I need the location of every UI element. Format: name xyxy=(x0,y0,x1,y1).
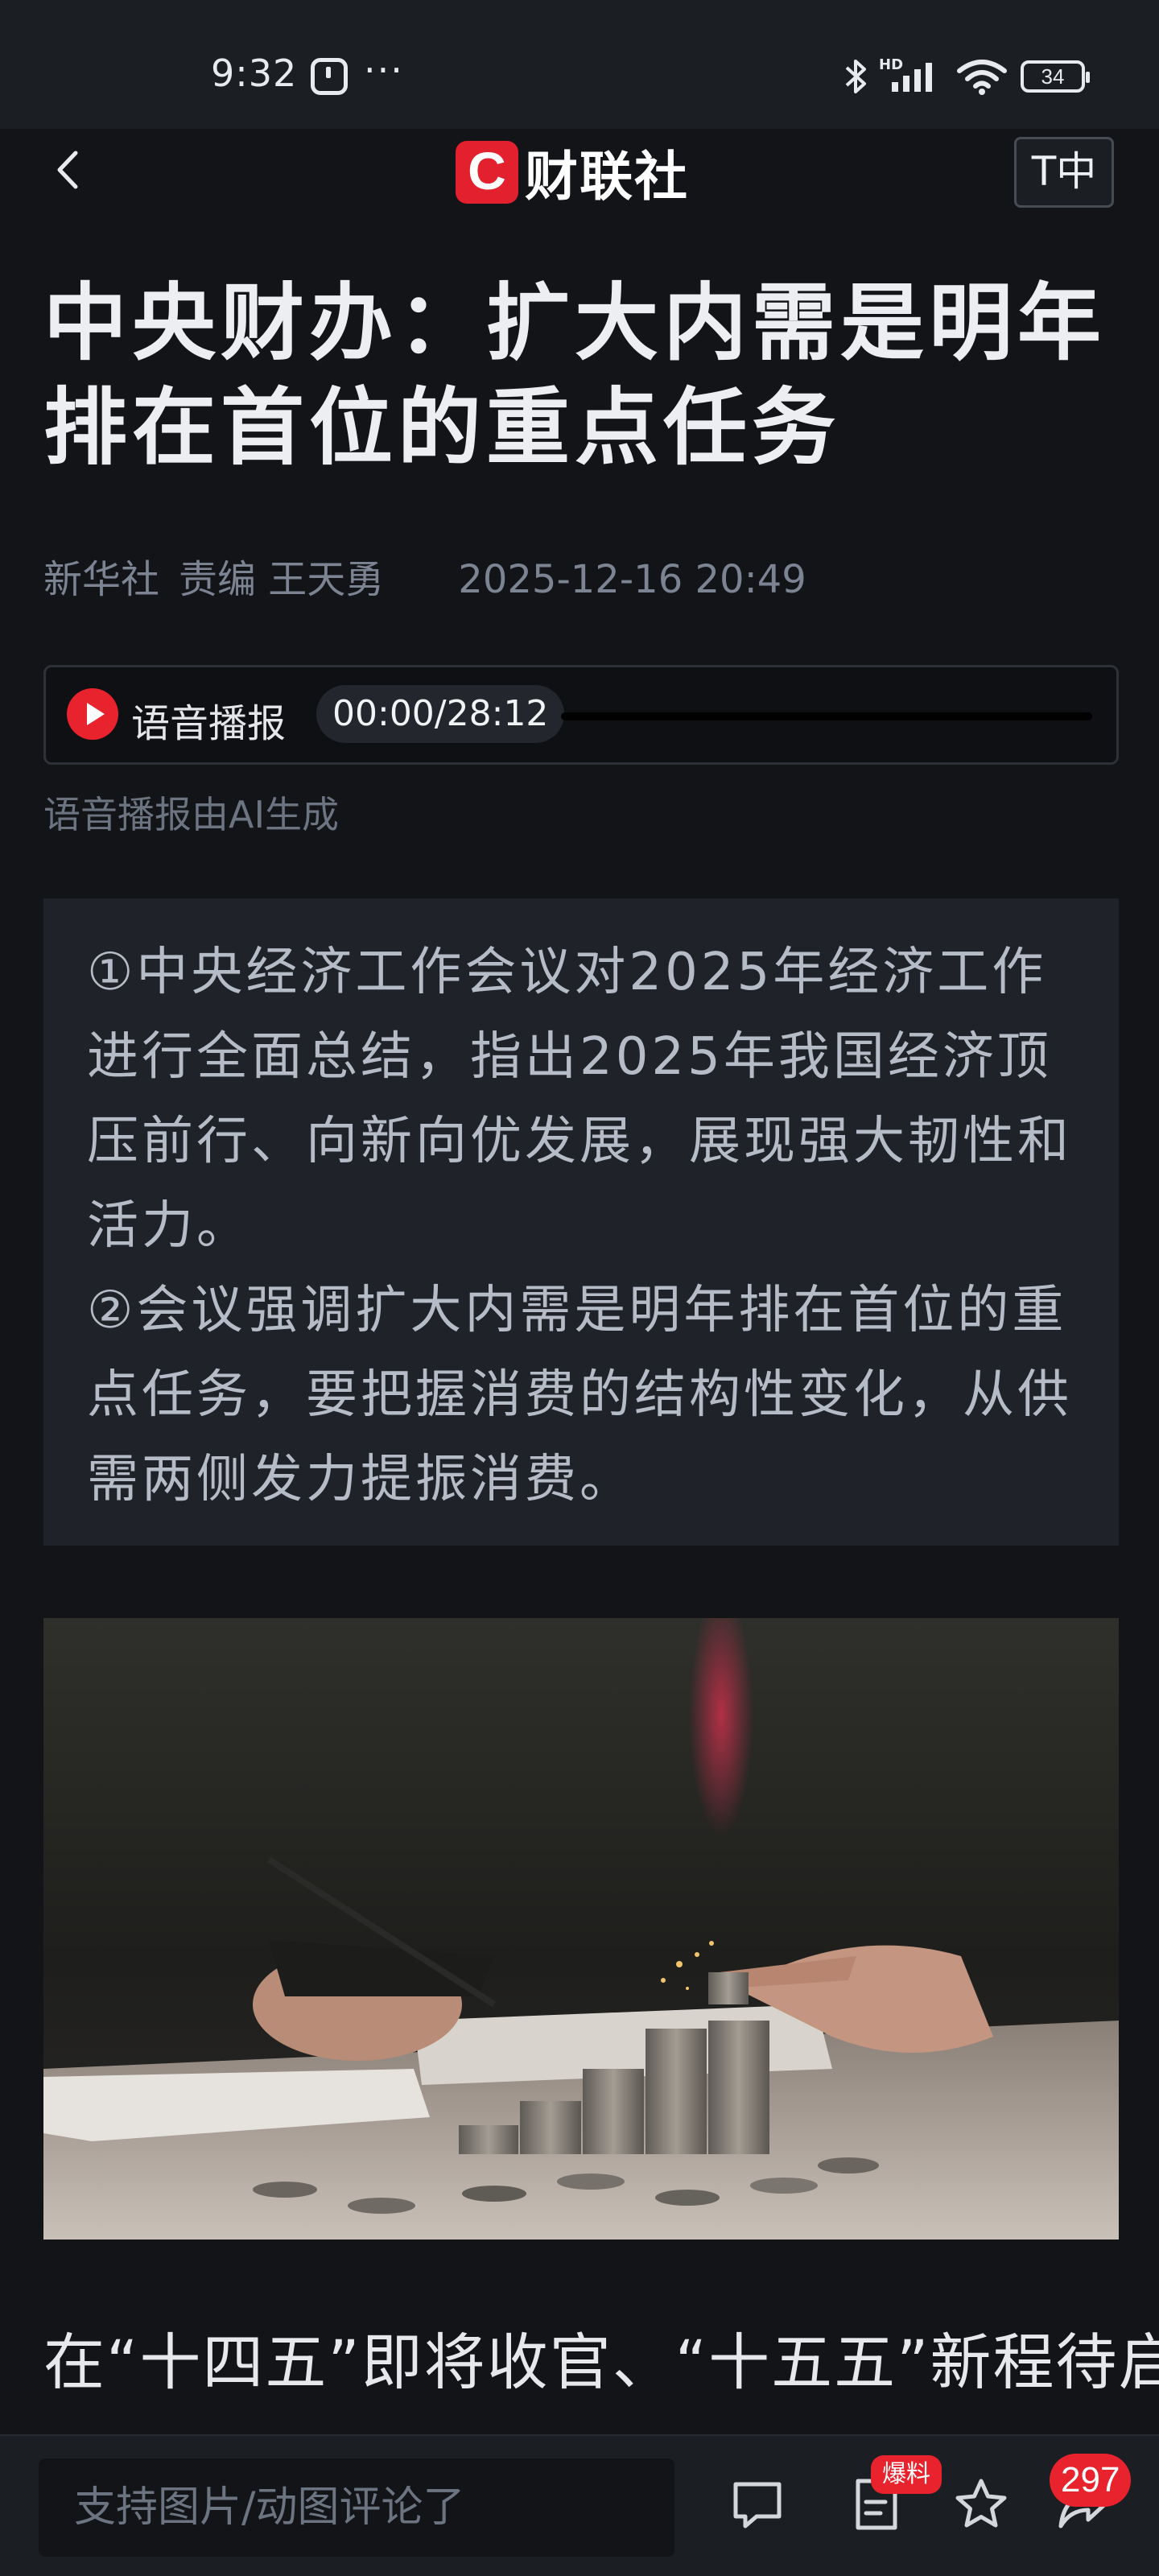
bottom-action-bar: 支持图片/动图评论了 爆料 297 xyxy=(0,2434,1159,2576)
audio-label: 语音播报 xyxy=(131,701,287,746)
article-editor: 责编 王天勇 xyxy=(179,557,385,602)
brand-logo-letter: C xyxy=(468,141,506,200)
share-count-badge: 297 xyxy=(1050,2454,1132,2507)
favorite-icon[interactable] xyxy=(953,2476,1009,2533)
audio-player[interactable]: 语音播报 00:00/28:12 xyxy=(43,665,1119,765)
back-icon[interactable] xyxy=(48,150,89,190)
brand-logo-icon: C xyxy=(456,141,518,204)
status-time: 9:32 xyxy=(211,52,298,95)
article-body: 在“十四五”即将收官、“十五五”新程待启 xyxy=(43,2326,1159,2398)
brand-logo: C 财联社 xyxy=(456,140,689,208)
article-image[interactable] xyxy=(43,1618,1119,2240)
font-size-button[interactable]: T中 xyxy=(1014,137,1114,208)
article-source: 新华社 xyxy=(43,557,160,602)
wifi-icon xyxy=(957,60,1007,95)
audio-time: 00:00/28:12 xyxy=(316,685,565,743)
comment-icon[interactable] xyxy=(729,2476,786,2533)
article-title: 中央财办：扩大内需是明年排在首位的重点任务 xyxy=(43,274,1107,477)
status-indicators: HD 34 xyxy=(842,56,1099,97)
article-date: 2025-12-16 20:49 xyxy=(458,557,806,602)
article-meta: 新华社 责编 王天勇 2025-12-16 20:49 xyxy=(43,547,806,604)
summary-point-1: ①中央经济工作会议对2025年经济工作进行全面总结，指出2025年我国经济顶压前… xyxy=(87,943,1072,1256)
coins-photo-illustration xyxy=(43,1618,1119,2240)
brand-name: 财联社 xyxy=(525,146,689,208)
summary-point-2: ②会议强调扩大内需是明年排在首位的重点任务，要把握消费的结构性变化，从供需两侧发… xyxy=(87,1281,1072,1509)
baoliao-badge: 爆料 xyxy=(871,2455,942,2494)
signal-icon xyxy=(892,63,932,92)
audio-progress-track[interactable] xyxy=(561,712,1092,720)
bluetooth-icon xyxy=(845,60,866,93)
status-bar: 9:32 ··· HD 34 xyxy=(0,0,1159,129)
audio-ai-note: 语音播报由AI生成 xyxy=(43,793,340,836)
comment-input[interactable]: 支持图片/动图评论了 xyxy=(39,2458,674,2557)
more-notifications-icon: ··· xyxy=(364,48,404,92)
battery-indicator: 34 xyxy=(1021,60,1090,93)
article-summary: ①中央经济工作会议对2025年经济工作进行全面总结，指出2025年我国经济顶压前… xyxy=(43,898,1119,1546)
clock-app-icon xyxy=(311,58,348,95)
play-icon[interactable] xyxy=(67,688,118,740)
